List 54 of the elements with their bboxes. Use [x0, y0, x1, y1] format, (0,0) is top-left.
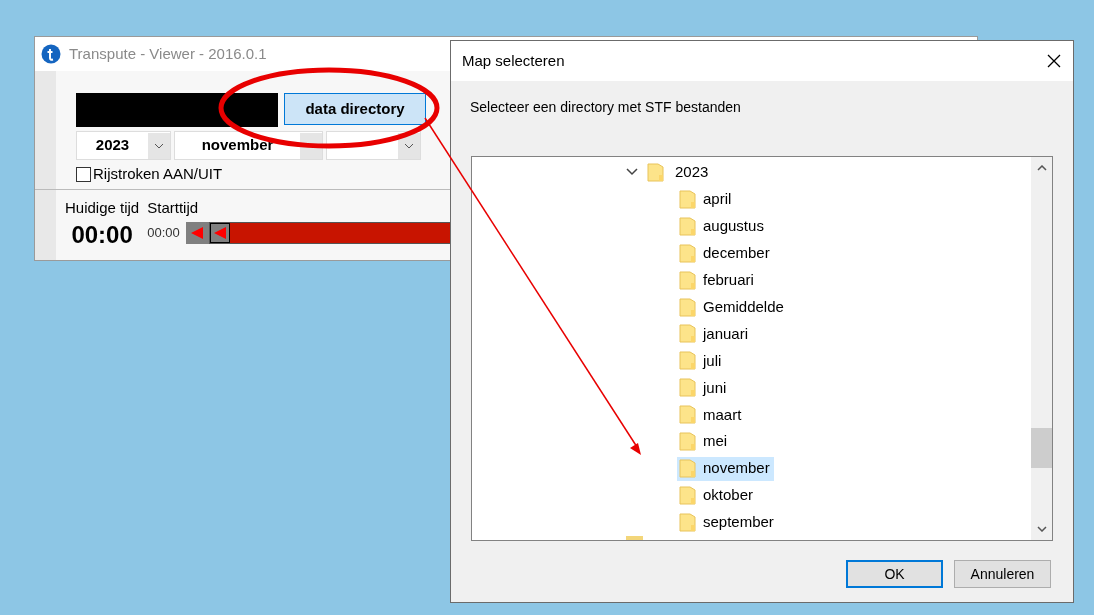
tree-item[interactable]: april	[677, 187, 736, 212]
ok-button[interactable]: OK	[846, 560, 943, 588]
close-icon[interactable]	[1047, 54, 1061, 68]
tree-item[interactable]: juni	[677, 375, 731, 400]
folder-icon	[679, 486, 696, 505]
chevron-down-icon	[404, 142, 414, 149]
folder-icon	[679, 351, 696, 371]
chevron-down-icon[interactable]	[626, 168, 638, 177]
scroll-down-icon[interactable]	[1036, 526, 1047, 532]
dialog-title: Map selecteren	[462, 50, 565, 71]
data-directory-button[interactable]: data directory	[284, 93, 426, 125]
triangle-left-icon	[191, 226, 204, 239]
scrollbar-thumb[interactable]	[1031, 428, 1052, 468]
scrollbar[interactable]	[1031, 157, 1052, 540]
chevron-down-icon	[154, 142, 164, 149]
tree-item[interactable]: 2023	[673, 161, 711, 184]
folder-icon	[679, 512, 696, 532]
tree-item[interactable]: augustus	[677, 214, 768, 239]
slider-thumb[interactable]	[209, 222, 230, 243]
tree-item[interactable]: december	[677, 241, 774, 266]
cancel-button[interactable]: Annuleren	[954, 560, 1051, 588]
folder-icon	[647, 162, 664, 182]
folder-icon	[679, 432, 696, 452]
scroll-up-icon[interactable]	[1036, 165, 1047, 171]
tree-item[interactable]: november	[677, 456, 774, 481]
tree-item[interactable]: oktober	[677, 483, 758, 508]
folder-icon	[679, 270, 696, 290]
folder-icon	[679, 405, 696, 425]
tree-item[interactable]: juli	[677, 348, 726, 373]
tree-item[interactable]: Gemiddelde	[677, 295, 788, 320]
folder-icon	[679, 216, 696, 236]
tree-item[interactable]: februari	[677, 268, 758, 293]
current-time-value: 00:00	[71, 219, 133, 250]
start-time-value: 00:00	[147, 223, 180, 242]
folder-icon	[679, 324, 696, 344]
tree-item[interactable]: maart	[677, 402, 746, 427]
checkbox[interactable]	[76, 166, 91, 182]
start-time-label: Starttijd	[147, 198, 200, 218]
dialog-instruction: Selecteer een directory met STF bestanden	[470, 98, 742, 117]
year-dropdown[interactable]: 2023	[76, 131, 171, 160]
folder-icon	[679, 459, 696, 479]
tree-item[interactable]: januari	[677, 322, 753, 346]
folder-icon	[679, 189, 696, 209]
step-back-button[interactable]	[185, 221, 209, 244]
folder-icon	[679, 297, 696, 317]
app-logo-icon	[41, 44, 61, 64]
tree-item[interactable]: mei	[677, 429, 732, 454]
month-dropdown[interactable]: november	[174, 131, 323, 160]
window-title: Transpute - Viewer - 2016.0.1	[69, 43, 267, 64]
current-time-label: Huidige tijd	[65, 198, 140, 218]
checkbox-label: Rijstroken AAN/UIT	[93, 163, 223, 184]
tree-item[interactable]: september	[677, 510, 778, 535]
folder-icon	[679, 378, 696, 398]
folder-icon	[679, 243, 696, 263]
